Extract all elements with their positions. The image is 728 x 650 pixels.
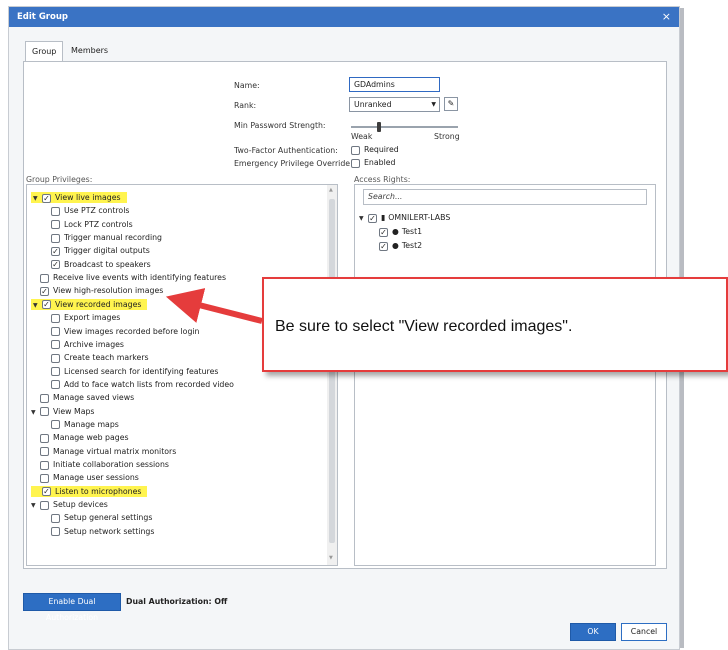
arrow-line — [165, 288, 263, 324]
callout-text: Be sure to select "View recorded images"… — [275, 318, 573, 335]
annotation-callout: Be sure to select "View recorded images"… — [262, 277, 728, 372]
